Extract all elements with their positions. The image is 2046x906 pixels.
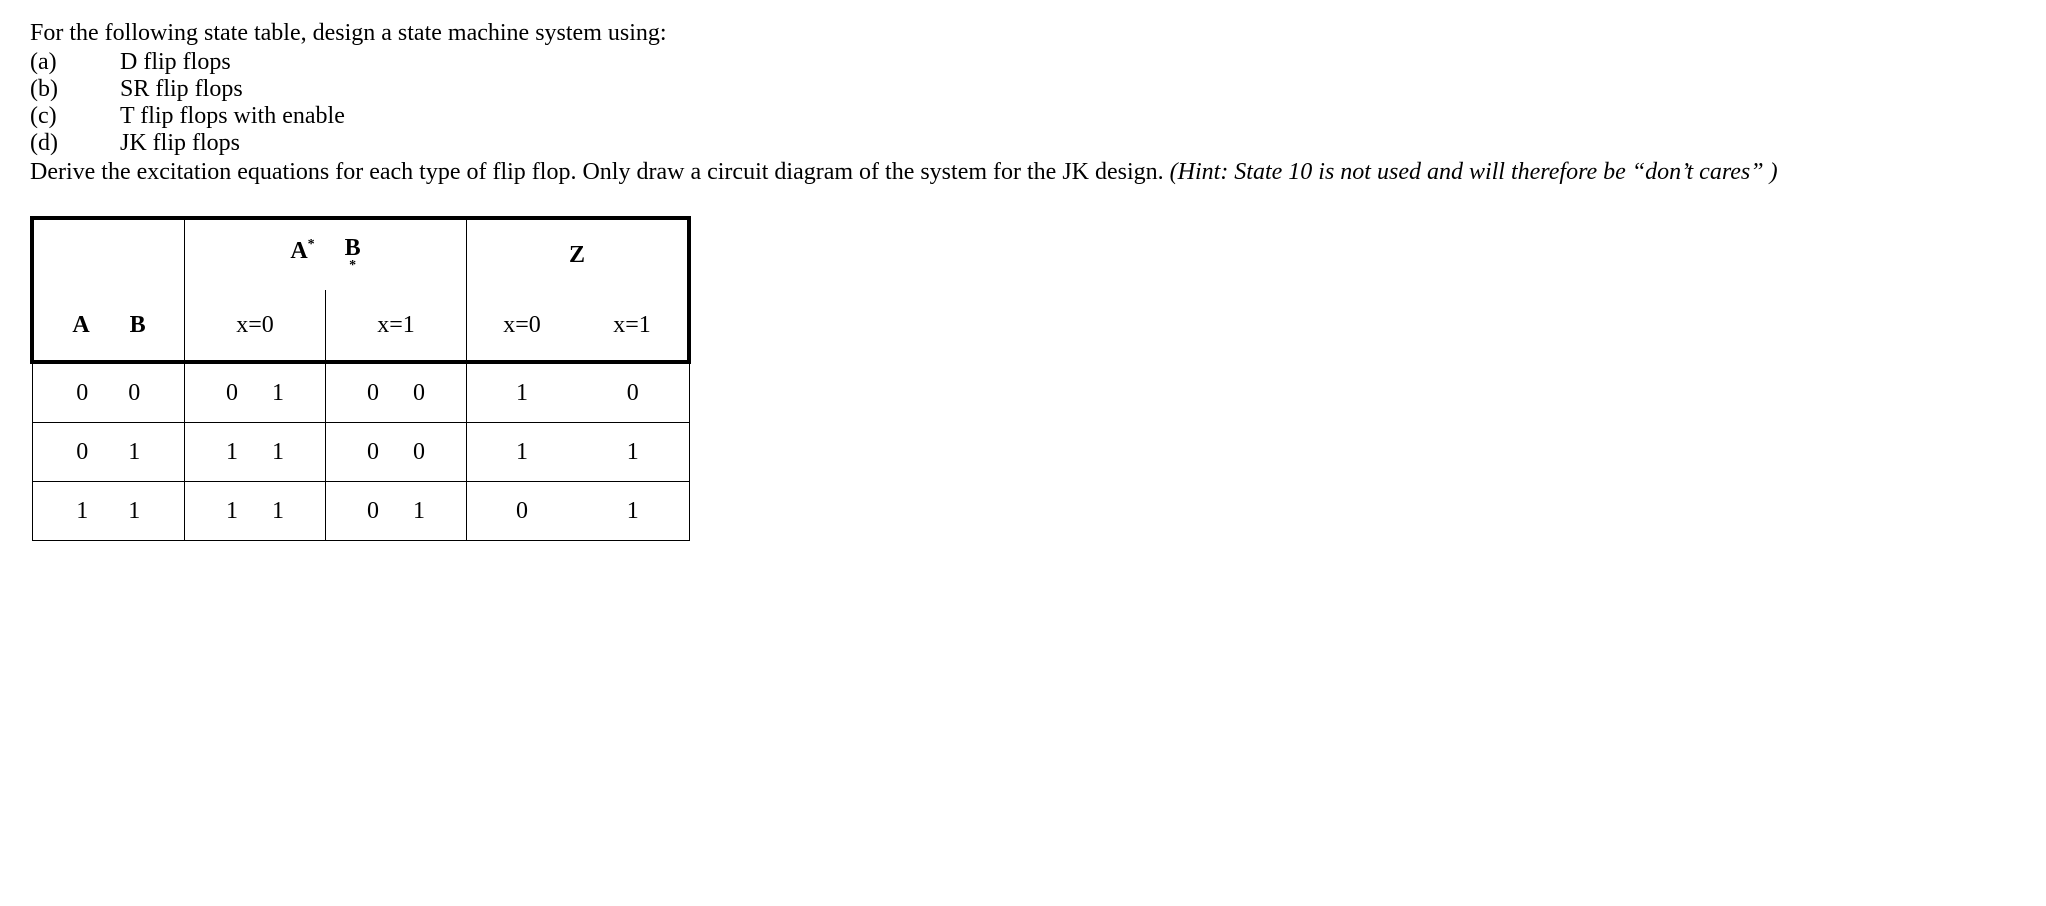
option-b: (b) SR flip flops bbox=[30, 76, 2016, 103]
header-empty bbox=[32, 218, 185, 290]
option-a-label: (a) bbox=[30, 49, 120, 76]
header-AB: A B bbox=[32, 290, 185, 362]
state-table: A* B * Z A B x=0 x=1 x=0 x=1 0 bbox=[30, 216, 691, 541]
intro-text: For the following state table, design a … bbox=[30, 20, 2016, 47]
option-d: (d) JK flip flops bbox=[30, 130, 2016, 157]
cell-B: 0 bbox=[128, 380, 140, 407]
table-row: 0 0 0 1 0 0 1 0 bbox=[32, 362, 689, 423]
cell-ns1B: 0 bbox=[413, 439, 425, 466]
cell-z1: 0 bbox=[577, 362, 689, 423]
cell-A: 1 bbox=[76, 498, 88, 525]
cell-ns0A: 0 bbox=[226, 380, 238, 407]
cell-z1: 1 bbox=[577, 482, 689, 541]
header-Z: Z bbox=[467, 218, 690, 290]
header-x0: x=0 bbox=[185, 290, 326, 362]
header-B: B bbox=[345, 238, 361, 260]
cell-z0: 1 bbox=[467, 423, 578, 482]
cell-A: 0 bbox=[76, 380, 88, 407]
option-b-label: (b) bbox=[30, 76, 120, 103]
header-zx0: x=0 bbox=[467, 290, 578, 362]
option-d-label: (d) bbox=[30, 130, 120, 157]
cell-z0: 1 bbox=[467, 362, 578, 423]
header-next-state: A* B * bbox=[185, 218, 467, 290]
option-c: (c) T flip flops with enable bbox=[30, 103, 2016, 130]
table-row: 1 1 1 1 0 1 0 1 bbox=[32, 482, 689, 541]
cell-ns0A: 1 bbox=[226, 498, 238, 525]
header-Z-text: Z bbox=[569, 242, 585, 268]
cell-ns1B: 1 bbox=[413, 498, 425, 525]
header-A-sup: * bbox=[308, 237, 315, 252]
option-c-text: T flip flops with enable bbox=[120, 103, 345, 130]
table-row: 0 1 1 1 0 0 1 1 bbox=[32, 423, 689, 482]
cell-B: 1 bbox=[128, 439, 140, 466]
cell-ns1A: 0 bbox=[367, 380, 379, 407]
header-A-star: A bbox=[290, 238, 307, 264]
header-A: A bbox=[72, 312, 89, 339]
cell-ns0B: 1 bbox=[272, 439, 284, 466]
derive-text: Derive the excitation equations for each… bbox=[30, 159, 2016, 186]
cell-ns0A: 1 bbox=[226, 439, 238, 466]
cell-ns0B: 1 bbox=[272, 380, 284, 407]
cell-B: 1 bbox=[128, 498, 140, 525]
option-c-label: (c) bbox=[30, 103, 120, 130]
derive-hint: (Hint: State 10 is not used and will the… bbox=[1170, 159, 1778, 185]
cell-z0: 0 bbox=[467, 482, 578, 541]
cell-z1: 1 bbox=[577, 423, 689, 482]
derive-main: Derive the excitation equations for each… bbox=[30, 159, 1170, 185]
option-a: (a) D flip flops bbox=[30, 49, 2016, 76]
option-a-text: D flip flops bbox=[120, 49, 231, 76]
option-d-text: JK flip flops bbox=[120, 130, 240, 157]
cell-A: 0 bbox=[76, 439, 88, 466]
cell-ns1B: 0 bbox=[413, 380, 425, 407]
header-B2: B bbox=[130, 312, 146, 339]
options-list: (a) D flip flops (b) SR flip flops (c) T… bbox=[30, 49, 2016, 157]
cell-ns1A: 0 bbox=[367, 439, 379, 466]
header-zx1: x=1 bbox=[577, 290, 689, 362]
header-x1: x=1 bbox=[326, 290, 467, 362]
cell-ns1A: 0 bbox=[367, 498, 379, 525]
cell-ns0B: 1 bbox=[272, 498, 284, 525]
header-B-sub: * bbox=[349, 260, 356, 273]
option-b-text: SR flip flops bbox=[120, 76, 243, 103]
